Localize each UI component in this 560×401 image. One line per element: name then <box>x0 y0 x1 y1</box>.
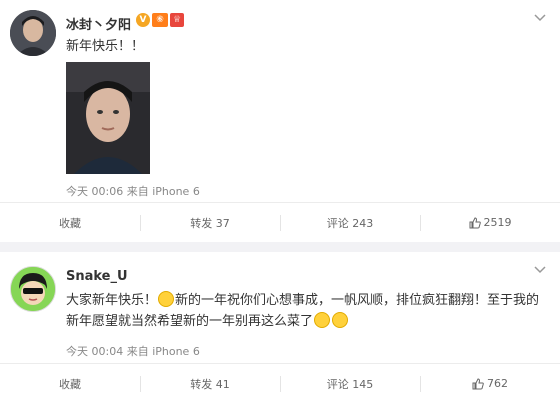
smile-emoji-icon <box>158 291 175 307</box>
action-bar: 收藏 转发 37 评论 243 2519 <box>0 202 560 242</box>
comment-button[interactable]: 评论 145 <box>280 364 420 401</box>
like-button[interactable]: 2519 <box>420 203 560 242</box>
thumbs-up-icon <box>469 216 481 228</box>
avatar[interactable] <box>10 10 56 56</box>
like-count: 2519 <box>483 216 512 229</box>
like-count: 762 <box>487 377 508 390</box>
post-text: 大家新年快乐！ 新的一年祝你们心想事成，一帆风顺，排位疯狂翻翔！至于我的 新年愿望… <box>66 290 546 332</box>
comment-label: 评论 145 <box>326 377 374 391</box>
like-button[interactable]: 762 <box>420 364 560 401</box>
action-bar: 收藏 转发 41 评论 145 762 <box>0 363 560 401</box>
cry-emoji-icon <box>332 312 349 328</box>
repost-button[interactable]: 转发 37 <box>140 203 280 242</box>
comment-label: 评论 243 <box>326 216 374 230</box>
post-text-part: 新的一年祝你们心想事成，一帆风顺，排位疯狂翻翔！至于我的 <box>175 293 540 308</box>
author-badges: V ⑥ ♕ <box>136 13 184 27</box>
post-separator <box>0 242 560 252</box>
verified-icon[interactable]: V <box>136 13 150 27</box>
favorite-button[interactable]: 收藏 <box>0 203 140 242</box>
post-text-part: 新年愿望就当然希望新的一年别再这么菜了 <box>66 314 314 329</box>
favorite-label: 收藏 <box>59 216 81 230</box>
chevron-down-icon[interactable] <box>534 266 546 274</box>
thumbs-up-icon <box>472 377 484 389</box>
comment-button[interactable]: 评论 243 <box>280 203 420 242</box>
repost-label: 转发 41 <box>190 377 230 391</box>
repost-label: 转发 37 <box>190 216 230 230</box>
post-text-part: 大家新年快乐！ <box>66 293 158 308</box>
favorite-label: 收藏 <box>59 377 81 391</box>
cry-emoji-icon <box>314 312 331 328</box>
post-text: 新年快乐！！ <box>66 39 145 54</box>
vip-icon[interactable]: ♕ <box>170 13 184 27</box>
level-icon[interactable]: ⑥ <box>152 13 168 27</box>
repost-button[interactable]: 转发 41 <box>140 364 280 401</box>
author-name[interactable]: 冰封丶夕阳 <box>66 14 131 33</box>
author-name[interactable]: Snake_U <box>66 269 128 284</box>
avatar[interactable] <box>10 266 56 312</box>
post-meta: 今天 00:06 来自 iPhone 6 <box>66 185 200 198</box>
post-photo[interactable] <box>66 62 150 174</box>
favorite-button[interactable]: 收藏 <box>0 364 140 401</box>
weibo-post: 冰封丶夕阳 V ⑥ ♕ 新年快乐！！ 今天 00:06 来自 iPhone 6 … <box>0 0 560 242</box>
chevron-down-icon[interactable] <box>534 14 546 22</box>
